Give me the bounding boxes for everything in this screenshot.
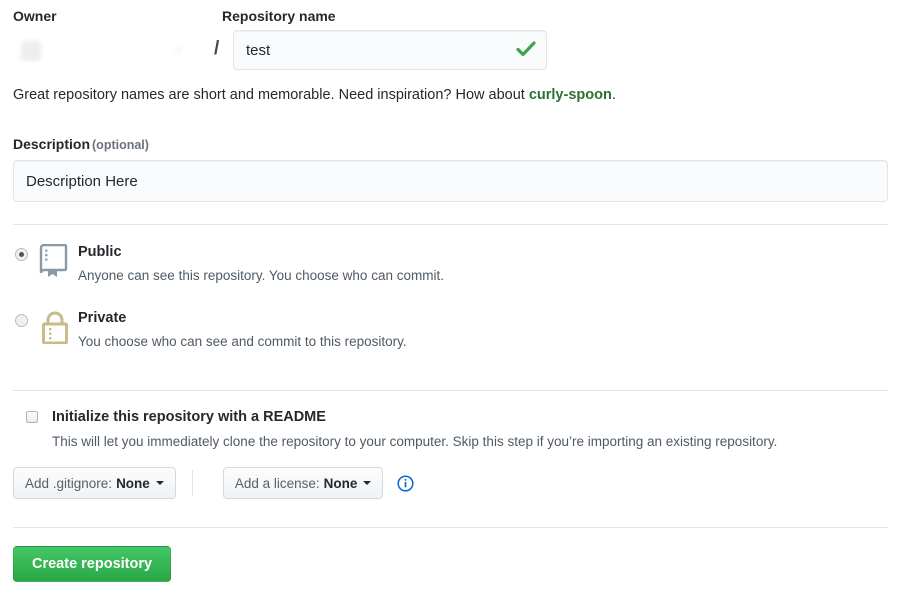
suggested-name-link[interactable]: curly-spoon <box>529 87 612 103</box>
chevron-down-icon <box>175 49 183 53</box>
hint-text-before: Great repository names are short and mem… <box>13 87 529 103</box>
create-repository-button[interactable]: Create repository <box>13 546 172 582</box>
repo-icon <box>39 244 68 277</box>
visibility-public-title: Public <box>78 244 122 260</box>
new-repository-form: Owner Repository name / Great repository… <box>13 0 888 582</box>
readme-checkbox[interactable] <box>26 411 38 423</box>
repository-name-hint: Great repository names are short and mem… <box>13 85 888 105</box>
gitignore-value: None <box>116 475 150 491</box>
license-value: None <box>323 475 358 491</box>
radio-private[interactable] <box>15 314 28 327</box>
chevron-down-icon <box>363 481 372 485</box>
readme-block: Initialize this repository with a README… <box>13 409 888 450</box>
license-dropdown[interactable]: Add a license: None <box>222 467 384 499</box>
visibility-private-title: Private <box>78 310 127 326</box>
gitignore-label: Add .gitignore: <box>25 475 113 491</box>
divider-above-visibility <box>13 224 888 225</box>
hint-text-after: . <box>611 87 616 103</box>
avatar <box>21 41 41 61</box>
license-label: Add a license: <box>234 475 320 491</box>
owner-dropdown[interactable] <box>13 34 191 68</box>
repository-name-label: Repository name <box>222 8 336 24</box>
divider-above-submit <box>13 527 888 528</box>
owner-label: Owner <box>13 8 57 24</box>
repository-name-input[interactable] <box>233 30 547 70</box>
extras-separator <box>191 470 193 496</box>
chevron-down-icon <box>155 481 164 485</box>
owner-name-separator: / <box>214 38 220 59</box>
divider-above-readme <box>13 390 888 391</box>
description-label: Description (optional) <box>13 136 888 152</box>
gitignore-license-row: Add .gitignore: None Add a license: None <box>13 467 888 499</box>
visibility-option-private[interactable]: Private You choose who can see and commi… <box>13 310 888 362</box>
info-icon[interactable] <box>397 474 414 492</box>
visibility-public-subtitle: Anyone can see this repository. You choo… <box>78 268 444 283</box>
description-input[interactable] <box>13 160 888 202</box>
lock-icon <box>42 311 68 344</box>
submit-row: Create repository <box>13 546 888 582</box>
field-labels-row: Owner Repository name <box>13 0 888 30</box>
gitignore-dropdown[interactable]: Add .gitignore: None <box>13 467 176 499</box>
description-optional-note: (optional) <box>92 138 149 152</box>
description-label-text: Description <box>13 136 91 152</box>
owner-and-name-row: / <box>13 30 888 78</box>
radio-public[interactable] <box>15 248 28 261</box>
readme-title: Initialize this repository with a README <box>52 409 326 425</box>
repository-name-field-wrap <box>233 30 547 70</box>
visibility-option-public[interactable]: Public Anyone can see this repository. Y… <box>13 244 888 296</box>
visibility-options: Public Anyone can see this repository. Y… <box>13 244 888 362</box>
readme-subtitle: This will let you immediately clone the … <box>52 434 778 449</box>
visibility-private-subtitle: You choose who can see and commit to thi… <box>78 334 407 349</box>
